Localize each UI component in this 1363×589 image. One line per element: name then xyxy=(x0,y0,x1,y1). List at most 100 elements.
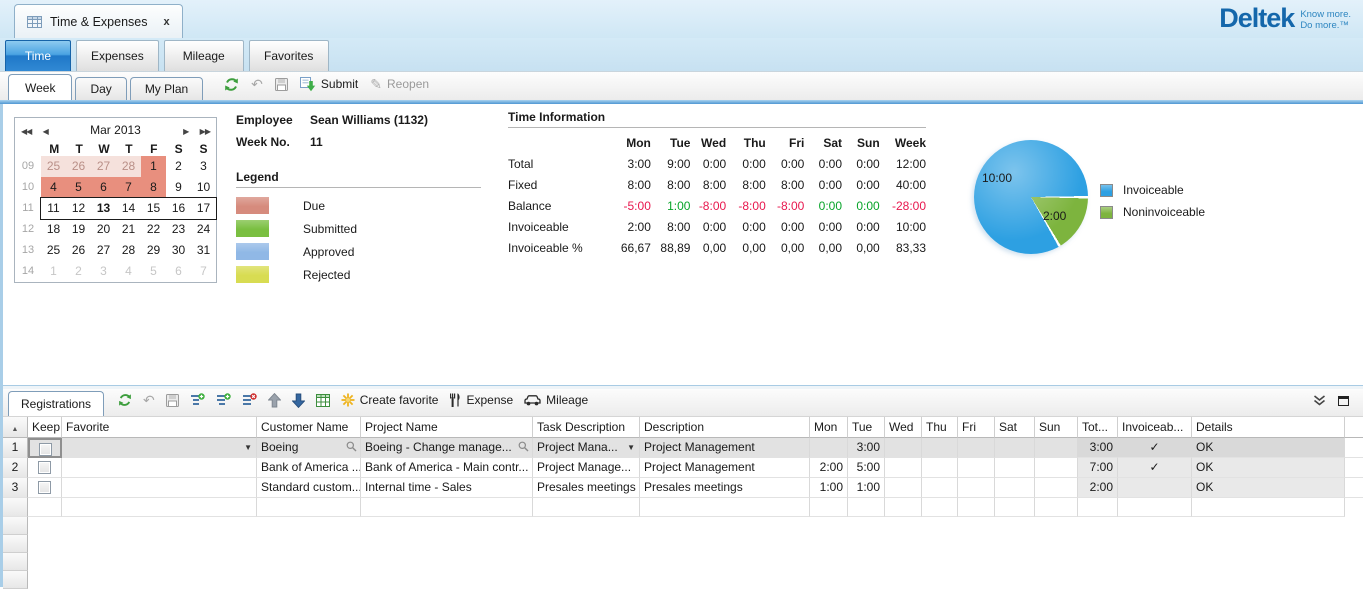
grid-view-button[interactable] xyxy=(316,394,330,407)
delete-row-button[interactable] xyxy=(242,393,257,407)
customer-name-cell[interactable]: Standard custom... xyxy=(257,478,361,498)
dropdown-arrow-icon[interactable]: ▼ xyxy=(627,438,635,457)
calendar-day[interactable]: 22 xyxy=(141,219,166,240)
submit-button[interactable]: Submit xyxy=(300,77,358,92)
col-header-project-name[interactable]: Project Name xyxy=(361,417,533,438)
move-up-button[interactable] xyxy=(268,393,281,408)
col-header-details[interactable]: Details xyxy=(1192,417,1345,438)
day-hours-cell[interactable] xyxy=(922,478,958,498)
col-header-task-description[interactable]: Task Description xyxy=(533,417,640,438)
calendar-day[interactable]: 7 xyxy=(116,177,141,198)
calendar-prev-month-icon[interactable]: ◀ xyxy=(43,127,48,136)
calendar-day[interactable]: 23 xyxy=(166,219,191,240)
description-cell[interactable]: Presales meetings xyxy=(640,478,810,498)
calendar-day[interactable]: 5 xyxy=(141,261,166,282)
col-header-fri[interactable]: Fri xyxy=(958,417,995,438)
calendar-day[interactable]: 16 xyxy=(166,198,191,219)
close-icon[interactable]: x xyxy=(164,16,170,28)
day-hours-cell[interactable] xyxy=(885,458,922,478)
dropdown-arrow-icon[interactable]: ▼ xyxy=(244,438,252,457)
calendar-day[interactable]: 14 xyxy=(116,198,141,219)
favorite-cell[interactable] xyxy=(62,458,257,478)
tab-mileage[interactable]: Mileage xyxy=(164,40,244,71)
create-favorite-button[interactable]: Create favorite xyxy=(341,393,439,407)
description-cell[interactable]: Project Management xyxy=(640,458,810,478)
task-description-cell[interactable]: Project Manage... xyxy=(533,458,640,478)
calendar-day[interactable]: 28 xyxy=(116,156,141,177)
calendar-day[interactable]: 3 xyxy=(91,261,116,282)
calendar-day[interactable]: 18 xyxy=(41,219,66,240)
collapse-panel-button[interactable] xyxy=(1313,395,1326,406)
day-hours-cell[interactable]: 3:00 xyxy=(848,438,885,458)
calendar-day[interactable]: 24 xyxy=(191,219,216,240)
day-hours-cell[interactable] xyxy=(810,438,848,458)
col-header-wed[interactable]: Wed xyxy=(885,417,922,438)
grid-save-button[interactable] xyxy=(166,394,179,407)
keep-cell[interactable] xyxy=(28,458,62,478)
day-hours-cell[interactable] xyxy=(885,438,922,458)
calendar-day[interactable]: 19 xyxy=(66,219,91,240)
calendar-day[interactable]: 27 xyxy=(91,156,116,177)
col-header-tue[interactable]: Tue xyxy=(848,417,885,438)
col-header-keep[interactable]: Keep xyxy=(28,417,62,438)
customer-name-cell[interactable]: Bank of America ... xyxy=(257,458,361,478)
calendar-day[interactable]: 26 xyxy=(66,156,91,177)
day-hours-cell[interactable] xyxy=(922,438,958,458)
add-row-button[interactable] xyxy=(190,393,205,407)
day-hours-cell[interactable] xyxy=(1035,458,1078,478)
calendar-day[interactable]: 4 xyxy=(116,261,141,282)
window-tab-time-expenses[interactable]: Time & Expenses x xyxy=(14,4,183,38)
day-hours-cell[interactable] xyxy=(922,458,958,478)
calendar-day[interactable]: 13 xyxy=(91,198,116,219)
calendar-day[interactable]: 7 xyxy=(191,261,216,282)
favorite-cell[interactable] xyxy=(62,478,257,498)
row-number[interactable]: 1 xyxy=(3,438,28,458)
calendar-day[interactable]: 21 xyxy=(116,219,141,240)
reopen-button[interactable]: ✎ Reopen xyxy=(370,77,429,91)
project-name-cell[interactable]: Boeing - Change manage... xyxy=(361,438,533,458)
expense-button[interactable]: Expense xyxy=(449,393,513,407)
calendar-day[interactable]: 9 xyxy=(166,177,191,198)
calendar-day[interactable]: 10 xyxy=(191,177,216,198)
view-tab-week[interactable]: Week xyxy=(8,74,72,100)
keep-checkbox[interactable] xyxy=(39,443,52,456)
col-header-sun[interactable]: Sun xyxy=(1035,417,1078,438)
day-hours-cell[interactable] xyxy=(958,438,995,458)
grid-undo-button[interactable]: ↶ xyxy=(143,393,155,407)
calendar-day[interactable]: 20 xyxy=(91,219,116,240)
task-description-cell[interactable]: Project Mana...▼ xyxy=(533,438,640,458)
customer-search-icon[interactable] xyxy=(346,441,357,452)
col-header-favorite[interactable]: Favorite xyxy=(62,417,257,438)
calendar-day[interactable]: 27 xyxy=(91,240,116,261)
col-header-total[interactable]: Tot... xyxy=(1078,417,1118,438)
day-hours-cell[interactable] xyxy=(885,478,922,498)
calendar-day[interactable]: 30 xyxy=(166,240,191,261)
calendar-day[interactable]: 2 xyxy=(166,156,191,177)
description-cell[interactable]: Project Management xyxy=(640,438,810,458)
day-hours-cell[interactable]: 5:00 xyxy=(848,458,885,478)
calendar-day[interactable]: 6 xyxy=(166,261,191,282)
calendar-day[interactable]: 3 xyxy=(191,156,216,177)
favorite-cell[interactable]: ▼ xyxy=(62,438,257,458)
grid-corner-header[interactable]: ▲ xyxy=(3,417,28,438)
col-header-description[interactable]: Description xyxy=(640,417,810,438)
calendar-day[interactable]: 6 xyxy=(91,177,116,198)
row-number[interactable]: 2 xyxy=(3,458,28,478)
keep-cell[interactable] xyxy=(28,478,62,498)
maximize-panel-button[interactable] xyxy=(1338,396,1349,406)
project-search-icon[interactable] xyxy=(518,441,529,452)
col-header-mon[interactable]: Mon xyxy=(810,417,848,438)
refresh-button[interactable] xyxy=(224,77,239,92)
day-hours-cell[interactable]: 1:00 xyxy=(810,478,848,498)
tab-registrations[interactable]: Registrations xyxy=(8,391,104,416)
col-header-customer-name[interactable]: Customer Name xyxy=(257,417,361,438)
undo-button[interactable]: ↶ xyxy=(251,77,263,91)
mileage-button[interactable]: Mileage xyxy=(524,393,588,407)
view-tab-my-plan[interactable]: My Plan xyxy=(130,77,203,100)
calendar-day[interactable]: 29 xyxy=(141,240,166,261)
day-hours-cell[interactable] xyxy=(995,478,1035,498)
col-header-sat[interactable]: Sat xyxy=(995,417,1035,438)
calendar-day[interactable]: 12 xyxy=(66,198,91,219)
keep-checkbox[interactable] xyxy=(38,461,51,474)
day-hours-cell[interactable] xyxy=(958,478,995,498)
